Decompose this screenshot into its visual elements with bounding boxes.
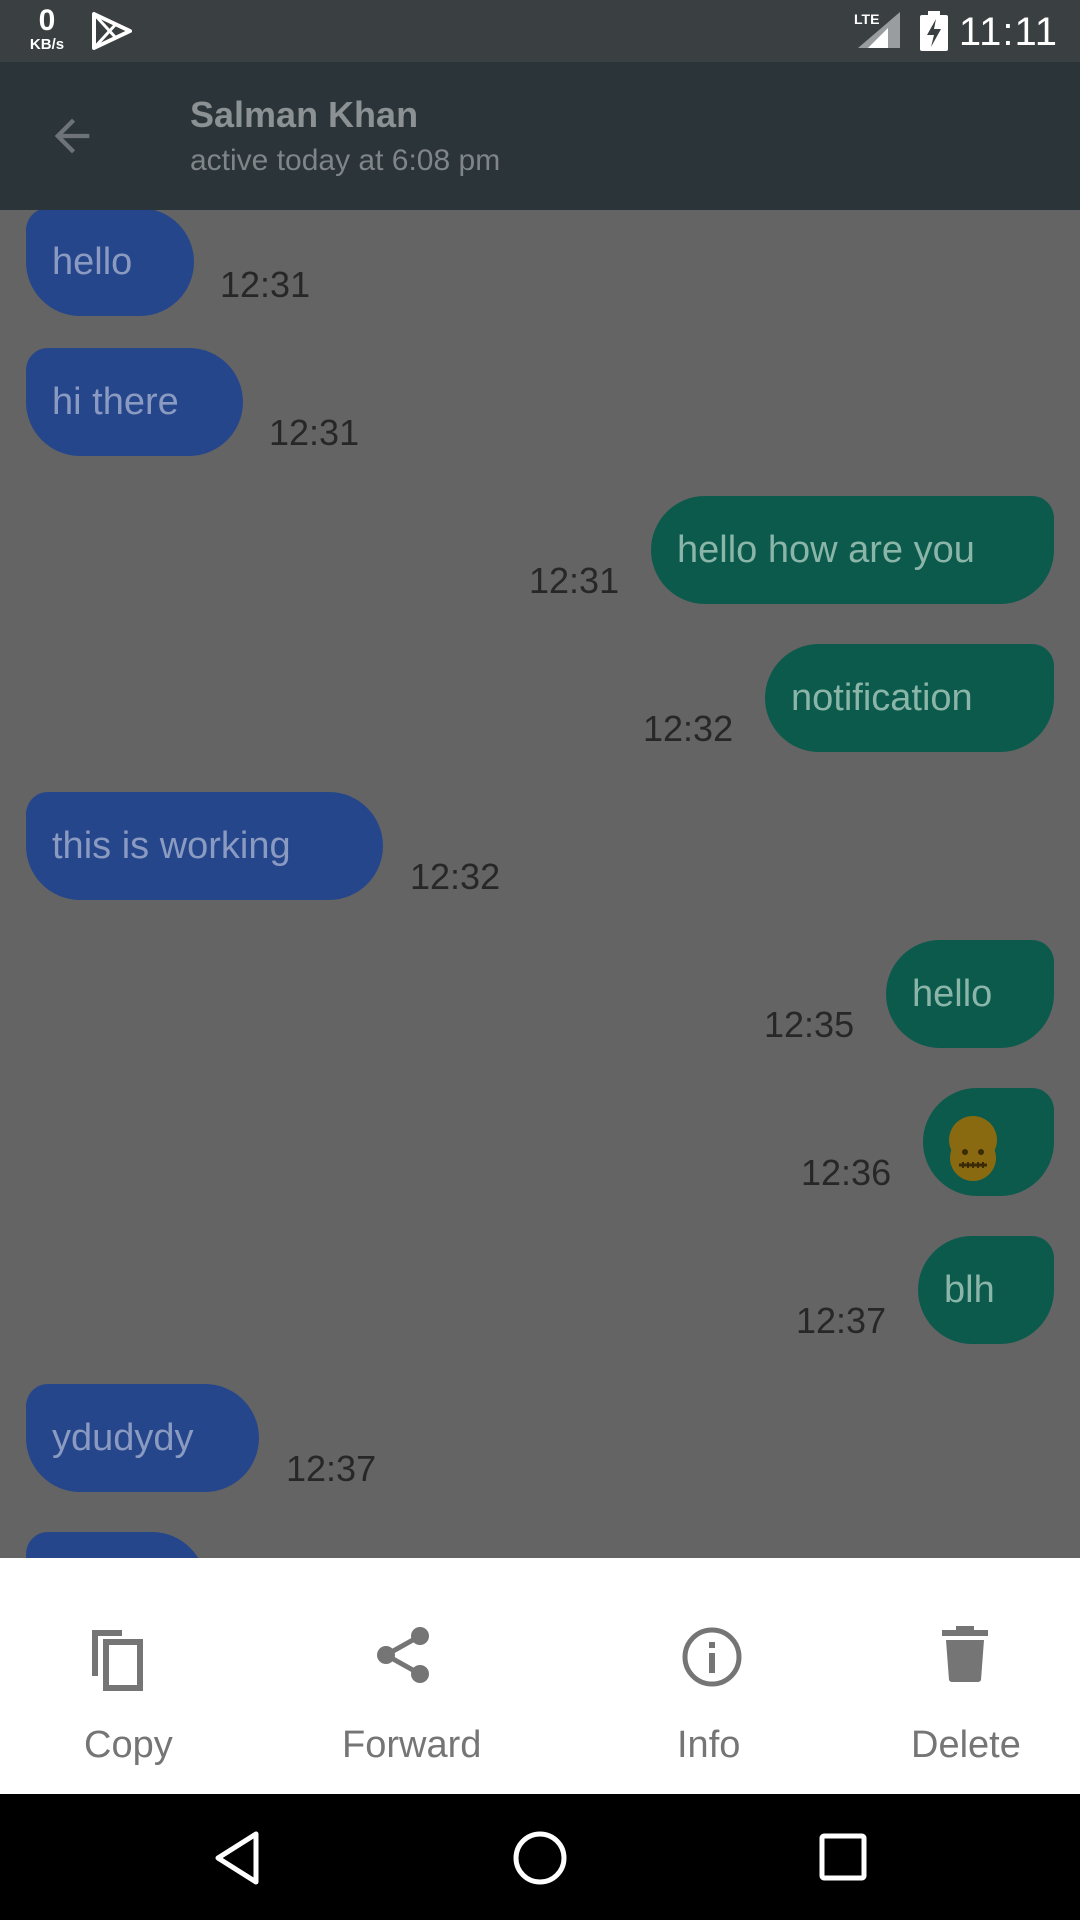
zipper-mouth-face-icon: [949, 1115, 997, 1181]
message-bubble-outgoing[interactable]: [923, 1088, 1054, 1196]
play-store-icon: [92, 12, 132, 55]
nav-home-icon[interactable]: [512, 1830, 568, 1891]
message-bubble-outgoing[interactable]: hello how are you: [651, 496, 1054, 604]
message-bubble-incoming-partial[interactable]: [26, 1532, 206, 1558]
message-time: 12:35: [764, 1004, 855, 1045]
message-time: 12:31: [529, 560, 620, 601]
forward-label: Forward: [342, 1724, 482, 1766]
delete-label: Delete: [911, 1724, 1021, 1766]
network-speed-indicator: 0 KB/s: [22, 4, 72, 53]
message-time: 12:32: [410, 856, 501, 897]
net-speed-value: 0: [38, 4, 56, 37]
system-nav-bar: [0, 1794, 1080, 1920]
status-bar: 0 KB/s LTE 11:11: [0, 0, 1080, 62]
lte-signal-icon: LTE: [852, 10, 902, 55]
svg-text:LTE: LTE: [854, 11, 879, 27]
contact-name[interactable]: Salman Khan: [190, 94, 418, 136]
message-bubble-incoming[interactable]: ydudydy: [26, 1384, 259, 1492]
message-time: 12:31: [269, 412, 360, 453]
message-bubble-outgoing[interactable]: blh: [918, 1236, 1054, 1344]
message-bubble-incoming[interactable]: hello: [26, 210, 194, 316]
message-bubble-incoming[interactable]: hi there: [26, 348, 243, 456]
message-time: 12:31: [220, 264, 311, 305]
arrow-back-icon[interactable]: [46, 110, 98, 167]
message-time: 12:32: [643, 708, 734, 749]
message-time: 12:37: [286, 1448, 377, 1489]
nav-back-icon[interactable]: [212, 1830, 262, 1891]
message-list[interactable]: hello 12:31 hi there 12:31 hello how are…: [0, 210, 1080, 1558]
copy-label: Copy: [84, 1724, 173, 1766]
message-time: 12:36: [801, 1152, 892, 1193]
message-bubble-incoming[interactable]: this is working: [26, 792, 383, 900]
chat-app-bar: Salman Khan active today at 6:08 pm: [0, 62, 1080, 210]
status-clock: 11:11: [958, 10, 1058, 54]
message-actions-sheet: Copy Forward Info Delete: [0, 1558, 1080, 1794]
copy-icon: [86, 1626, 146, 1697]
nav-recents-icon[interactable]: [818, 1832, 868, 1887]
forward-button[interactable]: Forward: [338, 1558, 488, 1794]
share-icon: [376, 1626, 432, 1689]
info-label: Info: [677, 1724, 741, 1766]
copy-button[interactable]: Copy: [70, 1558, 186, 1794]
delete-button[interactable]: Delete: [906, 1558, 1026, 1794]
trash-icon: [942, 1626, 988, 1687]
contact-status: active today at 6:08 pm: [190, 144, 501, 177]
net-speed-unit: KB/s: [29, 36, 65, 53]
message-bubble-outgoing[interactable]: hello: [886, 940, 1054, 1048]
message-time: 12:37: [796, 1300, 887, 1341]
info-icon: [681, 1626, 743, 1693]
message-bubble-outgoing[interactable]: notification: [765, 644, 1054, 752]
battery-charging-icon: [920, 11, 948, 56]
info-button[interactable]: Info: [672, 1558, 782, 1794]
